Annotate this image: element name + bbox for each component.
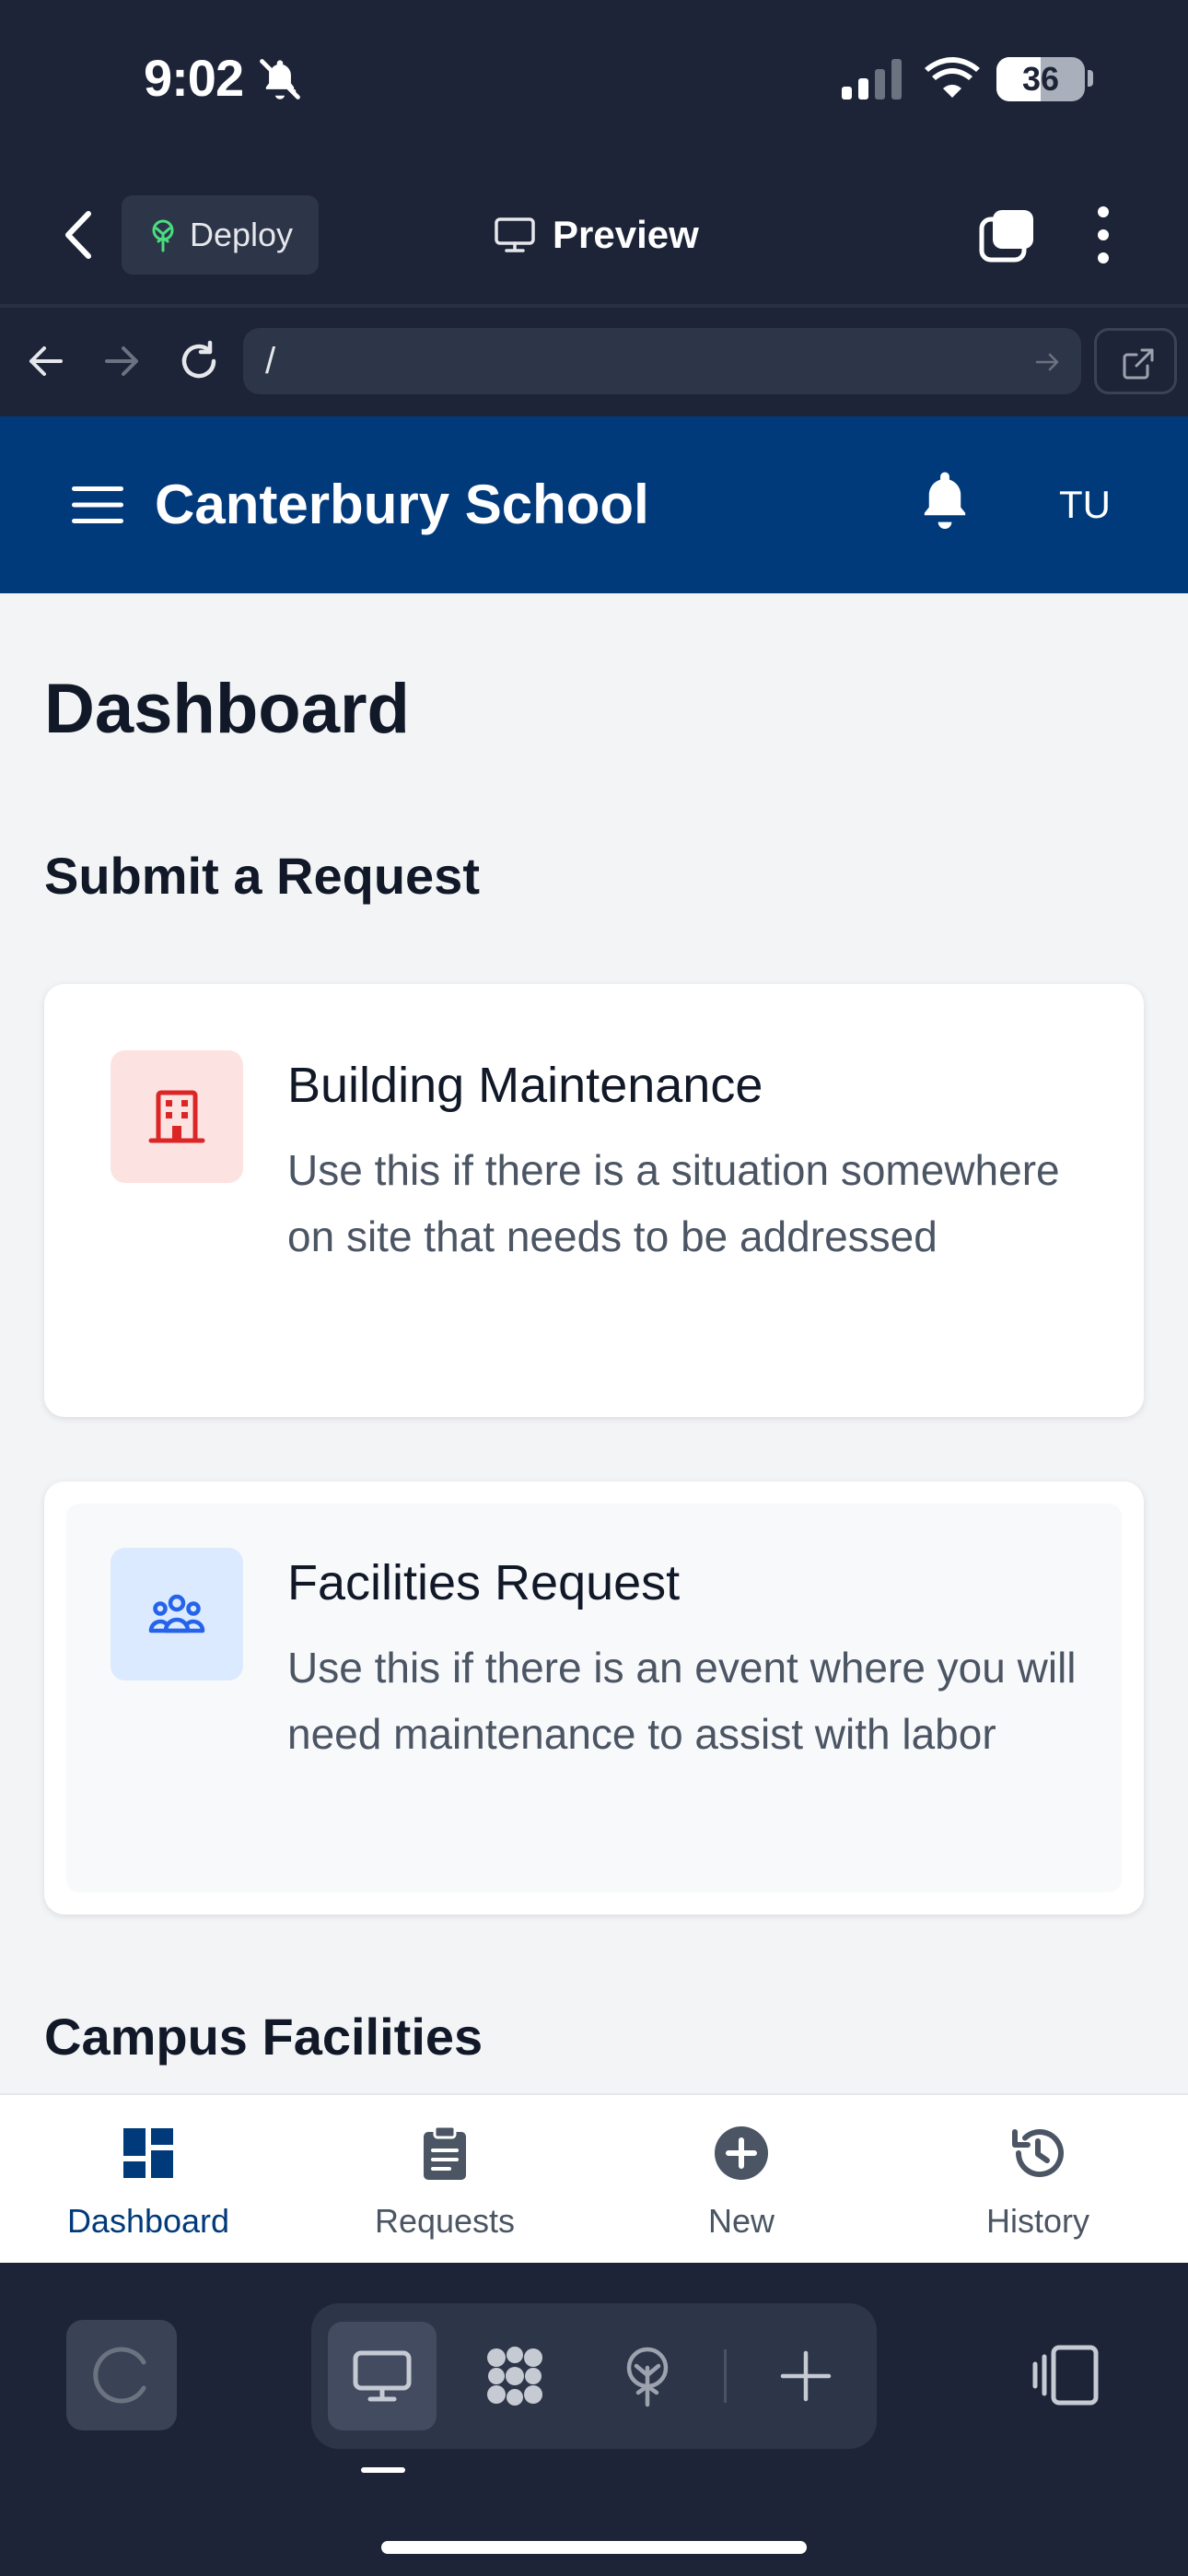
active-tab-indicator [361,2467,405,2473]
url-toolbar: / [0,308,1188,416]
bottom-tab-bar: Dashboard Requests New History [0,2093,1188,2263]
main-content: Dashboard Submit a Request Building Main… [0,593,1188,2093]
preview-mode-button[interactable] [328,2322,437,2430]
blob-grid-icon [487,2347,542,2406]
arrow-right-icon[interactable] [96,335,147,387]
deploy-button[interactable]: Deploy [122,195,319,275]
loading-spinner-icon [93,2347,146,2404]
view-mode-group [311,2303,877,2449]
tab-label: Requests [374,2202,516,2240]
loading-button[interactable] [66,2320,177,2430]
status-time: 9:02 [144,49,244,107]
building-maintenance-card[interactable]: Building Maintenance Use this if there i… [44,984,1144,1417]
preview-label: Preview [553,213,699,256]
card-title: Facilities Request [287,1555,681,1610]
deploy-tree-icon [626,2347,669,2407]
preview-title: Preview [494,203,699,267]
workspace-button[interactable] [460,2322,569,2430]
notification-bell-icon[interactable] [917,470,973,529]
battery-icon: 36 [996,57,1085,101]
tabs-icon[interactable] [978,206,1037,263]
history-icon [1012,2129,1064,2178]
battery-cap [1088,70,1093,87]
users-group-icon [148,1594,205,1633]
cellular-signal-icon [842,59,902,100]
status-bar: 9:02 36 [0,0,1188,166]
deploy-mode-button[interactable] [593,2322,702,2430]
submit-request-heading: Submit a Request [44,847,480,905]
facilities-request-card[interactable]: Facilities Request Use this if there is … [44,1481,1144,1914]
deploy-label: Deploy [190,216,294,253]
url-text: / [265,340,276,381]
hamburger-menu-icon[interactable] [72,485,123,525]
plus-icon [780,2350,832,2402]
back-chevron-icon[interactable] [57,203,99,267]
user-avatar[interactable]: TU [1059,477,1111,533]
tab-dashboard[interactable]: Dashboard [0,2095,297,2265]
go-arrow-icon[interactable] [1033,348,1061,376]
url-input[interactable]: / [243,328,1081,394]
app-header: Deploy Preview [0,175,1188,304]
monitor-icon [353,2350,412,2402]
monitor-icon [495,217,535,252]
bottom-toolbar [0,2263,1188,2576]
tab-history[interactable]: History [890,2095,1186,2265]
device-toggle-icon[interactable] [1031,2344,1101,2406]
school-name[interactable]: Canterbury School [155,466,649,544]
tab-label: History [985,2202,1089,2240]
tab-new[interactable]: New [593,2095,890,2265]
card-title: Building Maintenance [287,1058,763,1113]
arrow-left-icon[interactable] [20,335,72,387]
building-icon-tile [111,1050,243,1183]
users-icon-tile [111,1548,243,1680]
page-title: Dashboard [44,670,410,748]
card-description: Use this if there is an event where you … [287,1644,1077,1758]
reload-icon[interactable] [173,335,225,387]
tab-label: New [707,2202,775,2240]
clipboard-icon [424,2125,466,2180]
plus-circle-icon [715,2126,768,2180]
tab-requests[interactable]: Requests [297,2095,593,2265]
card-description: Use this if there is a situation somewhe… [287,1146,1060,1260]
campus-facilities-heading: Campus Facilities [44,2008,483,2066]
more-options-icon[interactable] [1087,203,1120,267]
open-external-button[interactable] [1094,328,1177,394]
battery-level: 36 [1021,60,1060,98]
deploy-icon [152,219,174,252]
home-indicator [381,2541,807,2554]
building-icon [148,1090,205,1143]
site-navbar: Canterbury School TU [0,416,1188,593]
tab-label: Dashboard [66,2202,230,2240]
external-link-icon [1123,348,1154,380]
toolbar-separator [724,2349,727,2403]
add-button[interactable] [751,2322,860,2430]
bell-off-icon [260,59,300,100]
wifi-icon [925,57,980,98]
dashboard-icon [123,2128,173,2178]
